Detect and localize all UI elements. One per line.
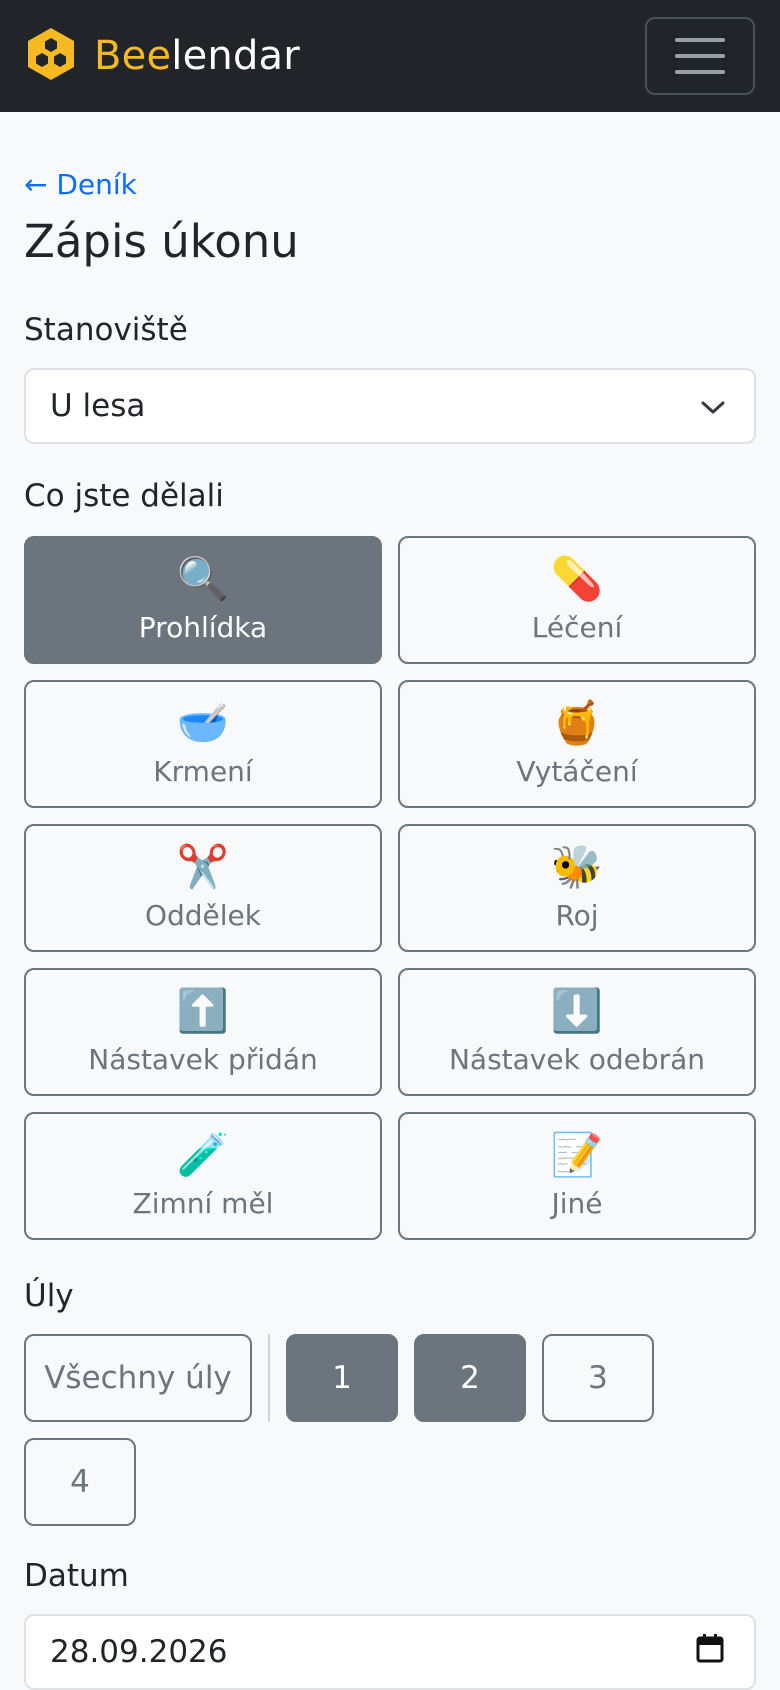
activity-button-split[interactable]: ✂️ Oddělek bbox=[24, 824, 382, 952]
brand[interactable]: Beelendar bbox=[26, 27, 300, 85]
honeycomb-logo-icon bbox=[26, 27, 76, 85]
date-input[interactable]: 28.09.2026 bbox=[24, 1614, 756, 1690]
magnifier-icon: 🔍 bbox=[176, 554, 230, 603]
activity-label-text: Zimní měl bbox=[132, 1187, 274, 1220]
brand-name-accent: Bee bbox=[94, 33, 172, 79]
station-label: Stanoviště bbox=[24, 312, 188, 348]
activity-grid: 🔍 Prohlídka 💊 Léčení 🥣 Krmení 🍯 Vytáčení… bbox=[24, 536, 756, 1240]
arrow-down-icon: ⬇️ bbox=[550, 986, 604, 1035]
activity-button-other[interactable]: 📝 Jiné bbox=[398, 1112, 756, 1240]
scissors-icon: ✂️ bbox=[176, 842, 230, 891]
chevron-down-icon bbox=[700, 388, 726, 424]
all-hives-button[interactable]: Všechny úly bbox=[24, 1334, 252, 1422]
hive-button-2[interactable]: 2 bbox=[414, 1334, 526, 1422]
activity-label-text: Nástavek odebrán bbox=[448, 1043, 706, 1076]
activity-label-text: Krmení bbox=[153, 755, 253, 788]
hive-button-4[interactable]: 4 bbox=[24, 1438, 136, 1526]
calendar-icon[interactable] bbox=[696, 1633, 724, 1671]
hamburger-icon-line bbox=[675, 54, 725, 58]
activity-button-inspection[interactable]: 🔍 Prohlídka bbox=[24, 536, 382, 664]
activity-label-text: Prohlídka bbox=[138, 611, 268, 644]
brand-name-rest: lendar bbox=[171, 33, 300, 79]
hamburger-icon-line bbox=[675, 38, 725, 42]
hive-divider bbox=[268, 1334, 270, 1422]
activity-label-text: Nástavek přidán bbox=[88, 1043, 318, 1076]
hive-button-3[interactable]: 3 bbox=[542, 1334, 654, 1422]
navbar: Beelendar bbox=[0, 0, 780, 112]
activity-button-super-removed[interactable]: ⬇️ Nástavek odebrán bbox=[398, 968, 756, 1096]
honey-pot-icon: 🍯 bbox=[550, 698, 604, 747]
activity-label-text: Léčení bbox=[531, 611, 623, 644]
main-content: ← Deník Zápis úkonu Stanoviště U lesa Co… bbox=[0, 168, 780, 1690]
hive-button-1[interactable]: 1 bbox=[286, 1334, 398, 1422]
brand-name: Beelendar bbox=[94, 33, 300, 79]
test-tube-icon: 🧪 bbox=[176, 1130, 230, 1179]
activity-label-text: Oddělek bbox=[144, 899, 262, 932]
activity-label-text: Roj bbox=[555, 899, 599, 932]
bowl-icon: 🥣 bbox=[176, 698, 230, 747]
activity-button-feeding[interactable]: 🥣 Krmení bbox=[24, 680, 382, 808]
activity-button-treatment[interactable]: 💊 Léčení bbox=[398, 536, 756, 664]
station-select-value: U lesa bbox=[50, 388, 146, 424]
hive-selector: Všechny úly 1 2 3 4 bbox=[24, 1334, 756, 1526]
activity-label: Co jste dělali bbox=[24, 478, 224, 514]
hives-label: Úly bbox=[24, 1278, 74, 1314]
date-label: Datum bbox=[24, 1558, 129, 1594]
back-link-diary[interactable]: ← Deník bbox=[24, 168, 756, 202]
page-title: Zápis úkonu bbox=[24, 215, 299, 268]
date-input-value: 28.09.2026 bbox=[50, 1634, 228, 1670]
pill-icon: 💊 bbox=[550, 554, 604, 603]
bee-icon: 🐝 bbox=[550, 842, 604, 891]
activity-button-extraction[interactable]: 🍯 Vytáčení bbox=[398, 680, 756, 808]
arrow-up-icon: ⬆️ bbox=[176, 986, 230, 1035]
activity-label-text: Jiné bbox=[551, 1187, 603, 1220]
memo-icon: 📝 bbox=[550, 1130, 604, 1179]
activity-button-swarm[interactable]: 🐝 Roj bbox=[398, 824, 756, 952]
station-select[interactable]: U lesa bbox=[24, 368, 756, 444]
activity-button-winter-debris[interactable]: 🧪 Zimní měl bbox=[24, 1112, 382, 1240]
activity-button-super-added[interactable]: ⬆️ Nástavek přidán bbox=[24, 968, 382, 1096]
activity-label-text: Vytáčení bbox=[516, 755, 638, 788]
menu-toggle-button[interactable] bbox=[645, 17, 755, 95]
hamburger-icon-line bbox=[675, 70, 725, 74]
